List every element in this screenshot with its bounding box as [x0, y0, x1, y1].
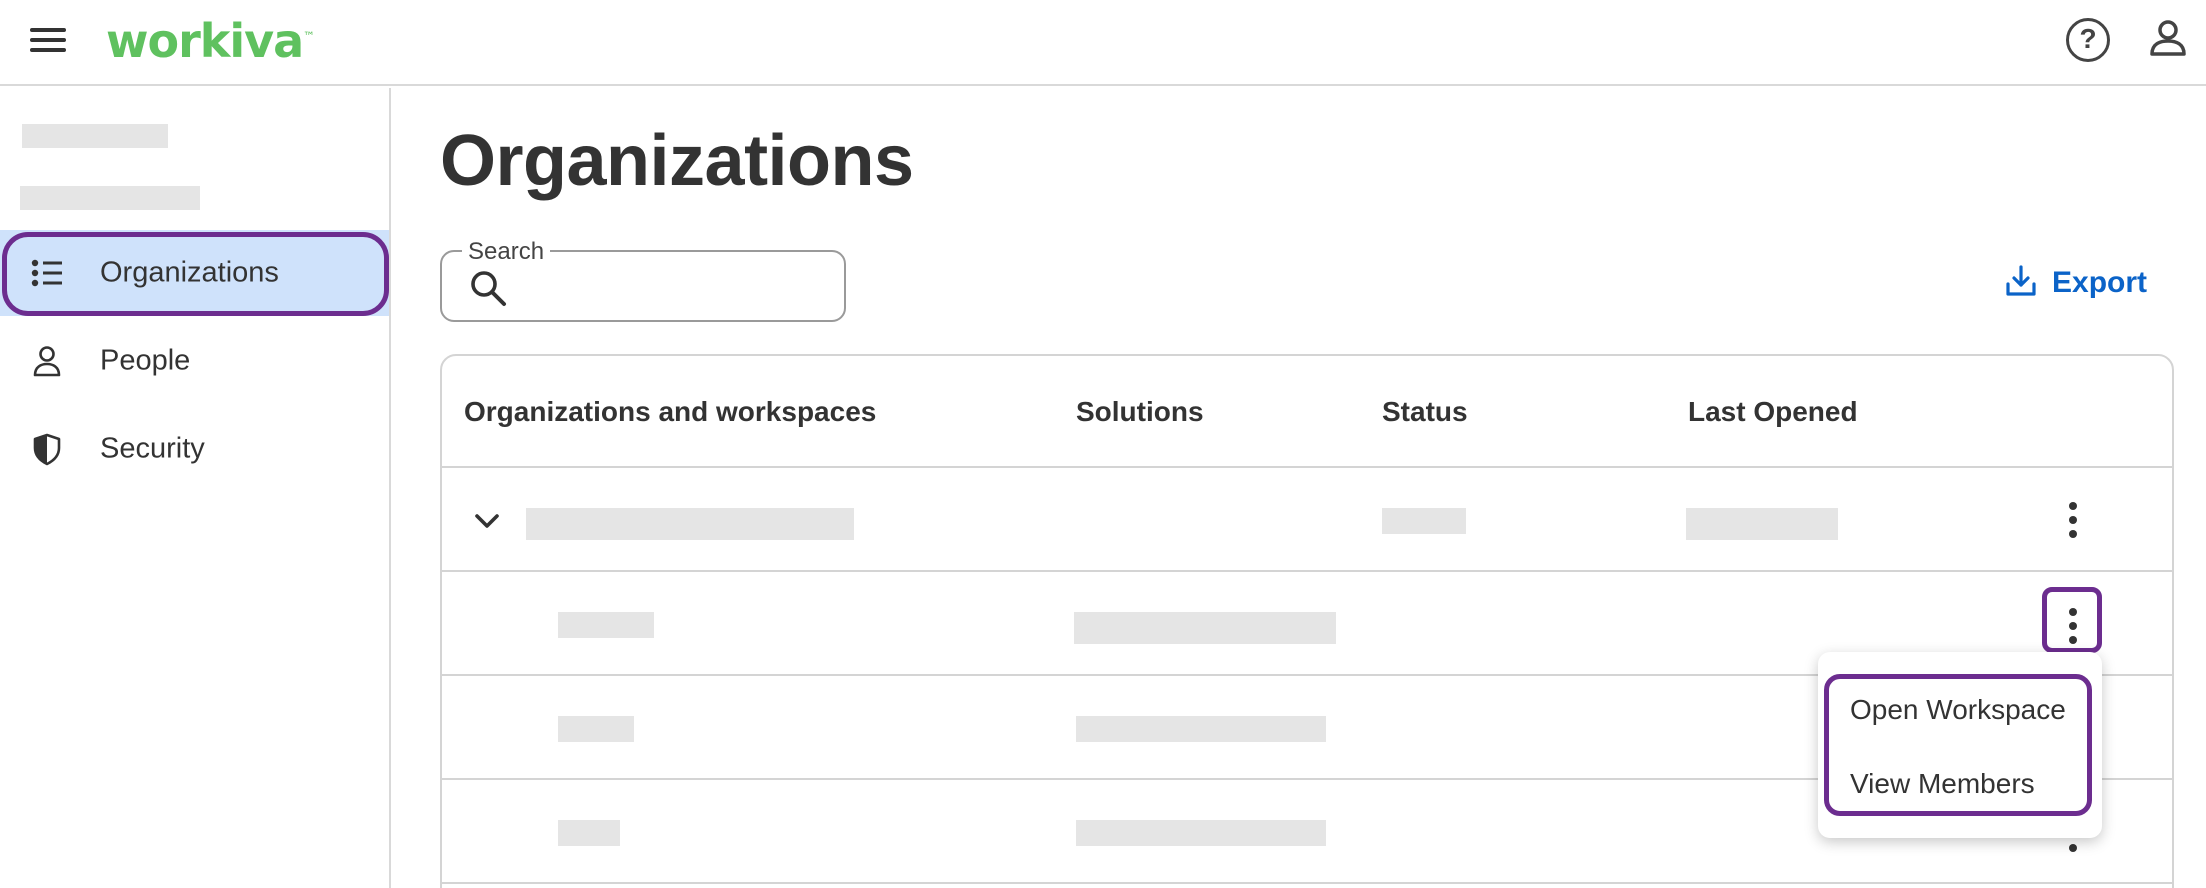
search-icon: [468, 268, 508, 308]
sidebar: Organizations People Security: [0, 88, 391, 888]
list-icon: [30, 256, 64, 290]
sidebar-item-label: People: [100, 344, 191, 377]
menu-item-label: Open Workspace: [1850, 694, 2066, 725]
skeleton-workspace-name: [558, 612, 654, 638]
help-icon[interactable]: ?: [2066, 18, 2110, 62]
skeleton-workspace-name: [558, 820, 620, 846]
chevron-down-icon[interactable]: [472, 506, 502, 536]
menu-item-view-members[interactable]: View Members: [1818, 752, 2102, 816]
search-label: Search: [462, 238, 551, 266]
sidebar-item-label: Security: [100, 432, 205, 465]
menu-icon[interactable]: [28, 22, 68, 58]
skeleton-workspace-name: [558, 716, 634, 742]
skeleton-status: [1382, 508, 1466, 534]
skeleton-org-name: [526, 508, 854, 540]
more-options-icon[interactable]: [2068, 606, 2078, 646]
column-header-organizations[interactable]: Organizations and workspaces: [464, 396, 876, 428]
search-field[interactable]: Search: [440, 238, 846, 322]
sidebar-item-label: Organizations: [100, 256, 279, 289]
table-row[interactable]: [442, 468, 2172, 572]
column-header-status[interactable]: Status: [1382, 396, 1468, 428]
sidebar-item-security[interactable]: Security: [0, 406, 389, 492]
search-input[interactable]: [522, 264, 832, 310]
page-title: Organizations: [440, 121, 914, 201]
shield-icon: [30, 432, 64, 466]
column-header-solutions[interactable]: Solutions: [1076, 396, 1204, 428]
more-options-icon[interactable]: [2068, 500, 2078, 540]
logo-trademark: ™: [303, 29, 315, 44]
export-label: Export: [2052, 266, 2148, 299]
column-header-last-opened[interactable]: Last Opened: [1688, 396, 1858, 428]
download-icon: [2004, 264, 2038, 298]
skeleton-solutions: [1076, 820, 1326, 846]
menu-item-open-workspace[interactable]: Open Workspace: [1818, 678, 2102, 742]
skeleton-last-opened: [1686, 508, 1838, 540]
skeleton-solutions: [1076, 716, 1326, 742]
workiva-logo[interactable]: workiva™: [106, 14, 315, 68]
top-bar: workiva™ ?: [0, 0, 2206, 86]
person-icon: [30, 344, 64, 378]
logo-text: workiva: [106, 14, 304, 68]
menu-item-label: View Members: [1850, 768, 2035, 799]
user-icon[interactable]: [2148, 18, 2188, 58]
row-actions-menu: Open Workspace View Members: [1818, 652, 2102, 838]
sidebar-skeleton-line: [20, 186, 200, 210]
skeleton-solutions: [1074, 612, 1336, 644]
sidebar-skeleton-line: [22, 124, 168, 148]
sidebar-item-people[interactable]: People: [0, 318, 389, 404]
table-header: Organizations and workspaces Solutions S…: [442, 356, 2172, 468]
sidebar-item-organizations[interactable]: Organizations: [0, 230, 389, 316]
